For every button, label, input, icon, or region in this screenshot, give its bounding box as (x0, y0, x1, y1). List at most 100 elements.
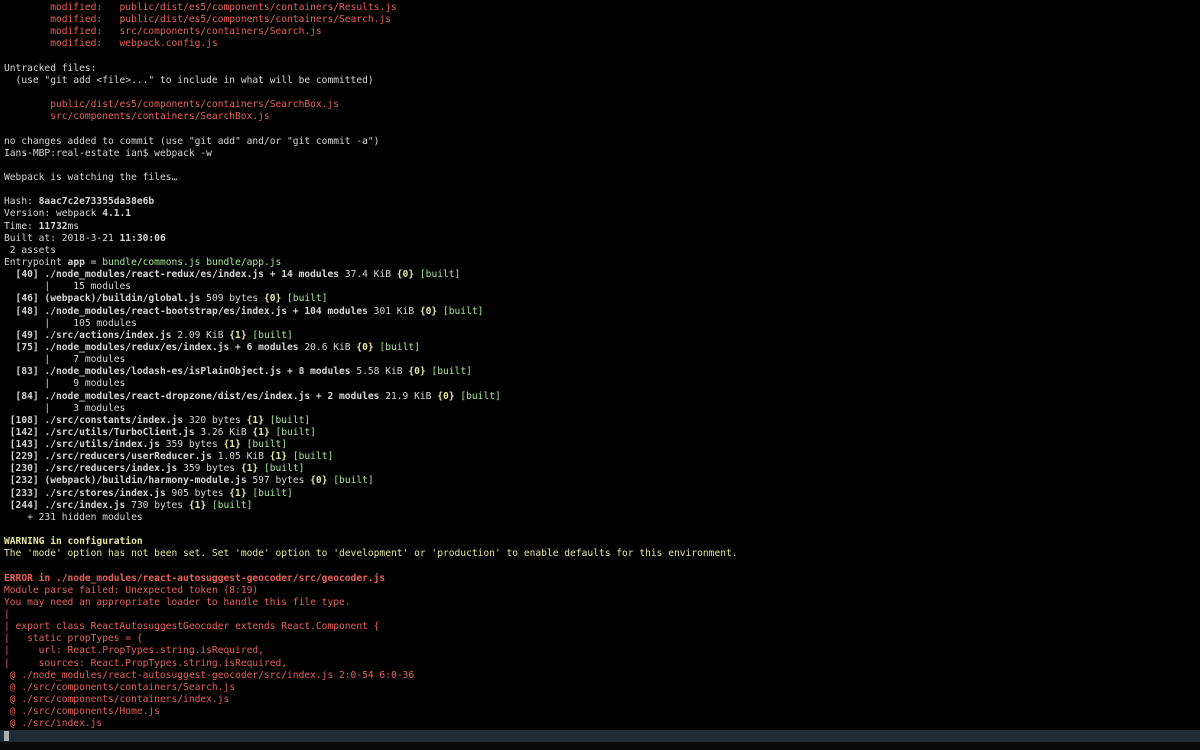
terminal-text: The 'mode' option has not been set. Set … (4, 548, 738, 560)
terminal-text: [built] (431, 366, 472, 378)
terminal-text: ./src/index.js (44, 499, 126, 511)
terminal-line: | (4, 609, 1200, 621)
terminal-text: ERROR in ./node_modules/react-autosugges… (4, 572, 386, 584)
terminal-line: Time: 11732ms (4, 221, 1200, 233)
terminal-text: [49] (4, 329, 45, 341)
terminal-line: [232] (webpack)/buildin/harmony-module.j… (4, 475, 1200, 487)
terminal-text: 1.05 KiB (211, 451, 270, 463)
terminal-line: | export class ReactAutosuggestGeocoder … (4, 621, 1200, 633)
terminal-text: @ ./src/index.js (4, 718, 103, 730)
terminal-line: Hash: 8aac7c2e73355da38e6b (4, 196, 1200, 208)
terminal-text: 11732 (38, 220, 68, 232)
terminal-text: src/components/containers/SearchBox.js (4, 111, 270, 123)
terminal-text: 11:30:06 (119, 232, 166, 244)
terminal-text: | 15 modules (4, 281, 132, 293)
terminal-text: Version: webpack (4, 208, 103, 220)
terminal-text: | 9 modules (4, 378, 126, 390)
terminal-line: [84] ./node_modules/react-dropzone/dist/… (4, 391, 1200, 403)
prompt-line[interactable] (0, 730, 1200, 742)
terminal-text: [built] (211, 499, 253, 511)
terminal-text: {1} (269, 451, 288, 463)
terminal-text: | (4, 609, 10, 621)
terminal-text: Webpack is watching the files… (4, 171, 178, 183)
terminal-text: {1} (252, 426, 270, 438)
terminal-text: [143] (4, 439, 45, 451)
terminal-line: @ ./src/index.js (4, 718, 1200, 730)
terminal-text: ./src/constants/index.js (44, 414, 184, 426)
terminal-line: WARNING in configuration (4, 536, 1200, 548)
terminal-text: [built] (252, 329, 293, 341)
terminal-output[interactable]: modified: public/dist/es5/components/con… (0, 0, 1200, 730)
terminal-line: src/components/containers/SearchBox.js (4, 111, 1200, 123)
terminal-text: 20.6 KiB (298, 341, 357, 353)
terminal-line: [46] (webpack)/buildin/global.js 509 byt… (4, 293, 1200, 305)
terminal-line: [142] ./src/utils/TurboClient.js 3.26 Ki… (4, 427, 1200, 439)
terminal-text: app (67, 256, 85, 268)
terminal-line: | 105 modules (4, 318, 1200, 330)
terminal-text: You may need an appropriate loader to ha… (4, 596, 351, 608)
terminal-text: | url: React.PropTypes.string.isRequired… (4, 645, 264, 657)
terminal-text: bundle/commons.js (102, 256, 201, 268)
terminal-text: | 3 modules (4, 402, 126, 414)
terminal-text: ./node_modules/react-dropzone/dist/es/in… (44, 390, 380, 402)
terminal-text: public/dist/es5/components/containers/Re… (119, 2, 397, 13)
terminal-line: modified: src/components/containers/Sear… (4, 26, 1200, 38)
terminal-line: Version: webpack 4.1.1 (4, 208, 1200, 220)
terminal-text: [built] (287, 293, 328, 305)
window-bottom-edge (0, 742, 1200, 750)
terminal-text: 509 bytes (200, 293, 264, 305)
terminal-text: Built at: 2018-3-21 (4, 232, 120, 244)
terminal-text: {1} (223, 439, 241, 451)
terminal-text: [230] (4, 463, 45, 475)
terminal-text: {0} (356, 341, 374, 353)
terminal-line: Webpack is watching the files… (4, 172, 1200, 184)
terminal-text: {1} (229, 487, 247, 499)
terminal-line: | 9 modules (4, 378, 1200, 390)
terminal-text: ./node_modules/redux/es/index.js + 6 mod… (44, 341, 299, 353)
terminal-text: (webpack)/buildin/harmony-module.js (44, 475, 247, 487)
terminal-text: 301 KiB (367, 305, 420, 317)
terminal-line: [229] ./src/reducers/userReducer.js 1.05… (4, 451, 1200, 463)
terminal-text: [232] (4, 475, 45, 487)
terminal-line: [143] ./src/utils/index.js 359 bytes {1}… (4, 439, 1200, 451)
terminal-text: public/dist/es5/components/containers/Se… (119, 14, 391, 26)
terminal-line: [83] ./node_modules/lodash-es/isPlainObj… (4, 366, 1200, 378)
terminal-text: @ ./src/components/containers/index.js (4, 694, 230, 706)
terminal-line: | static propTypes = { (4, 633, 1200, 645)
terminal-line: [49] ./src/actions/index.js 2.09 KiB {1}… (4, 330, 1200, 342)
terminal-text: ./node_modules/react-redux/es/index.js +… (44, 269, 340, 281)
text-cursor (4, 731, 9, 741)
terminal-line: [40] ./node_modules/react-redux/es/index… (4, 269, 1200, 281)
terminal-text: [built] (379, 341, 420, 353)
terminal-text: 3.26 KiB (194, 426, 253, 438)
terminal-text: ms (67, 220, 80, 232)
terminal-text: {0} (396, 269, 415, 281)
terminal-text: 5.58 KiB (350, 366, 409, 378)
terminal-text: no changes added to commit (use "git add… (4, 135, 380, 147)
terminal-text: [83] (4, 366, 45, 378)
terminal-text: 2 assets (4, 244, 56, 256)
terminal-text: [built] (460, 390, 501, 402)
terminal-line: | 3 modules (4, 403, 1200, 415)
terminal-text: 597 bytes (246, 475, 311, 487)
terminal-line: 2 assets (4, 245, 1200, 257)
terminal-text: [built] (275, 426, 316, 438)
terminal-text: {0} (310, 475, 328, 487)
terminal-line: Ians-MBP:real-estate ian$ webpack -w (4, 148, 1200, 160)
terminal-text: {1} (188, 499, 207, 511)
terminal-text: [built] (333, 475, 374, 487)
terminal-text: 359 bytes (159, 439, 224, 451)
terminal-text: 4.1.1 (102, 208, 132, 220)
terminal-text: 730 bytes (125, 499, 189, 511)
terminal-line: [244] ./src/index.js 730 bytes {1} [buil… (4, 500, 1200, 512)
terminal-text: bundle/app.js (206, 256, 282, 268)
terminal-line: @ ./node_modules/react-autosuggest-geoco… (4, 670, 1200, 682)
terminal-text: @ ./src/components/Home.js (4, 706, 160, 718)
terminal-text: [built] (246, 439, 288, 451)
terminal-text: modified: (4, 2, 120, 13)
terminal-line: + 231 hidden modules (4, 512, 1200, 524)
terminal-line: The 'mode' option has not been set. Set … (4, 548, 1200, 560)
terminal-line: | url: React.PropTypes.string.isRequired… (4, 645, 1200, 657)
